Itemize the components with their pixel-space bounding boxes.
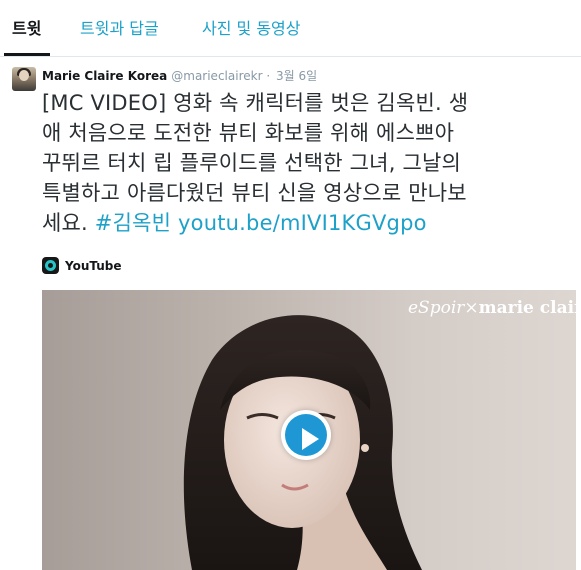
tweet-header: Marie Claire Korea @marieclairekr · 3월 6일 [42, 68, 317, 84]
play-button[interactable] [281, 410, 331, 460]
card-source-label: YouTube [65, 259, 122, 273]
active-tab-indicator [4, 53, 50, 56]
video-card[interactable]: eSpoir×marie claire [42, 290, 576, 570]
avatar[interactable] [12, 67, 36, 91]
hashtag-link[interactable]: #김옥빈 [95, 211, 171, 235]
play-icon [285, 414, 327, 456]
header-separator: · [266, 69, 271, 83]
tweet-text-line: 꾸뛰르 터치 립 플루이드를 선택한 그녀, 그날의 [42, 151, 462, 175]
author-handle[interactable]: @marieclairekr [171, 69, 262, 83]
avatar-face [19, 70, 29, 81]
youtube-icon [42, 257, 59, 274]
tab-tweets-and-replies[interactable]: 트윗과 답글 [80, 19, 159, 39]
tweet-text-line: 애 처음으로 도전한 뷰티 화보를 위해 에스쁘아 [42, 121, 455, 145]
author-name[interactable]: Marie Claire Korea [42, 69, 167, 83]
video-url-link[interactable]: youtu.be/mIVI1KGVgpo [178, 211, 427, 235]
video-watermark: eSpoir×marie claire [408, 298, 576, 318]
profile-tabs: 트윗 트윗과 답글 사진 및 동영상 [0, 0, 581, 57]
tab-tweets[interactable]: 트윗 [12, 19, 41, 39]
tweet-text: [MC VIDEO] 영화 속 캐릭터를 벗은 김옥빈. 생 애 처음으로 도전… [42, 88, 577, 238]
tweet-text-line: 세요. [42, 211, 95, 235]
tweet-date[interactable]: 3월 6일 [276, 69, 317, 83]
tweet[interactable]: Marie Claire Korea @marieclairekr · 3월 6일… [0, 57, 581, 570]
tweet-text-line: [MC VIDEO] 영화 속 캐릭터를 벗은 김옥빈. 생 [42, 91, 469, 115]
tab-photos-and-videos[interactable]: 사진 및 동영상 [202, 19, 301, 39]
tweet-text-line: 특별하고 아름다웠던 뷰티 신을 영상으로 만나보 [42, 181, 467, 205]
